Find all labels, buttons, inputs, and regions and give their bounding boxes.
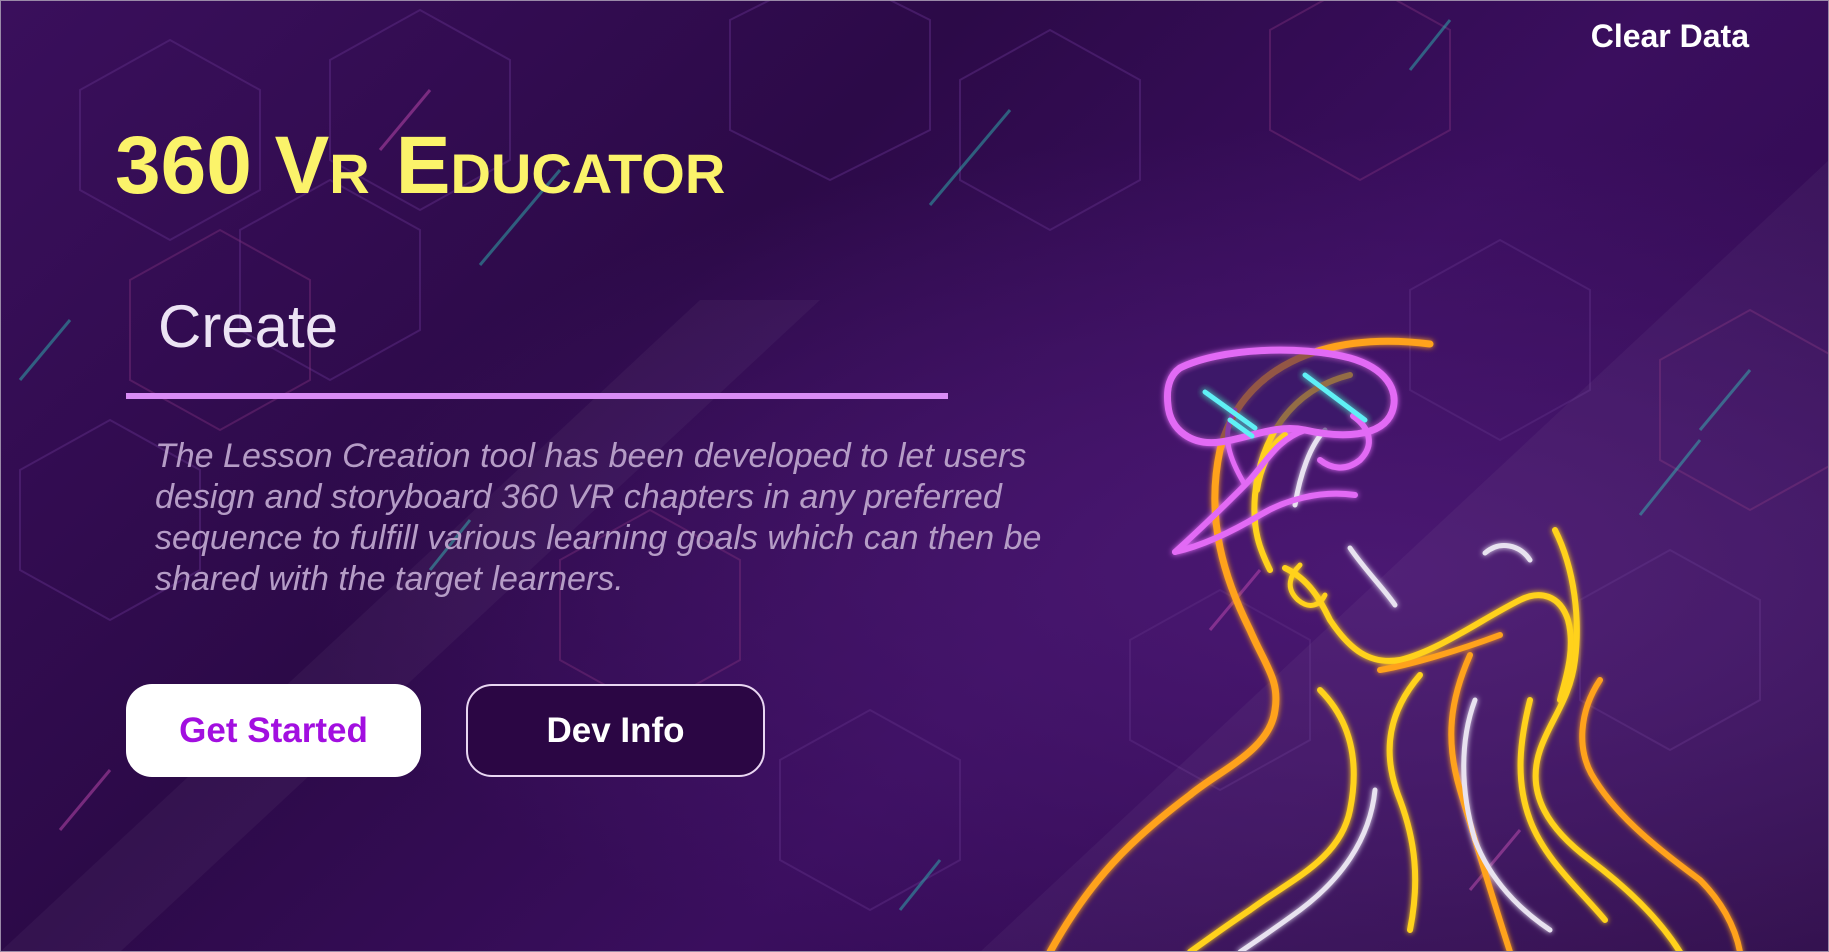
- app-title-part-2: R: [329, 142, 370, 205]
- section-description: The Lesson Creation tool has been develo…: [155, 437, 1042, 598]
- vr-headset-person-neon-illustration: [1046, 337, 1743, 952]
- landing-page: Clear Data 360 VR EDUCATOR Create The Les…: [0, 0, 1829, 952]
- get-started-button[interactable]: Get Started: [126, 684, 421, 777]
- app-title-part-4: DUCATOR: [450, 142, 726, 205]
- app-window: Clear Data 360 VR EDUCATOR Create The Les…: [0, 0, 1829, 952]
- section-heading: Create: [158, 293, 339, 360]
- app-title: 360 VR EDUCATOR: [115, 125, 725, 207]
- dev-info-button[interactable]: Dev Info: [466, 684, 765, 777]
- app-title-part-1: 360 V: [115, 120, 330, 211]
- clear-data-button[interactable]: Clear Data: [1591, 18, 1749, 55]
- app-title-part-3: E: [395, 120, 451, 211]
- heading-divider: [126, 393, 948, 399]
